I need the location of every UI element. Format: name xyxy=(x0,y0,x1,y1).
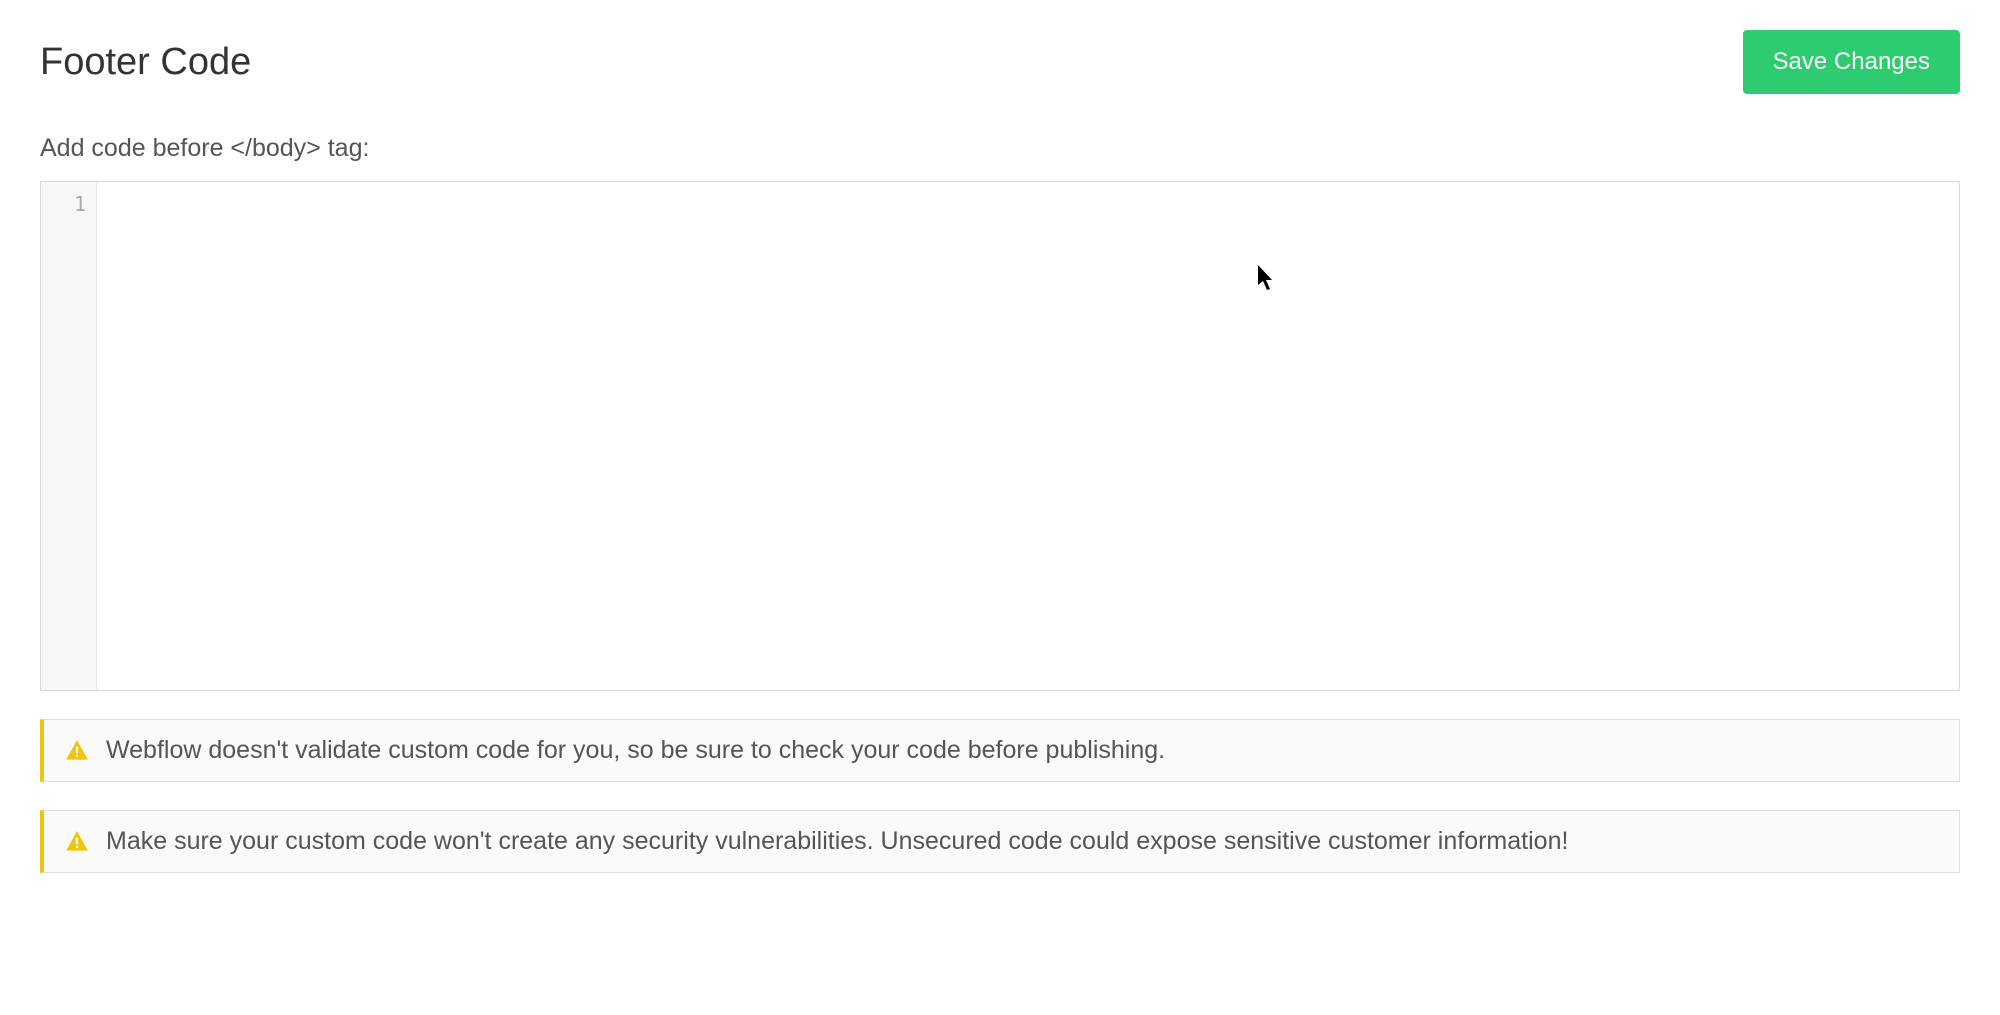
code-editor[interactable]: 1 xyxy=(40,181,1960,691)
alert-text: Make sure your custom code won't create … xyxy=(106,827,1568,856)
warning-alert-security: Make sure your custom code won't create … xyxy=(40,810,1960,873)
code-editor-textarea[interactable] xyxy=(97,182,1959,690)
warning-alert-validation: Webflow doesn't validate custom code for… xyxy=(40,719,1960,782)
header-row: Footer Code Save Changes xyxy=(40,30,1960,94)
code-editor-label: Add code before </body> tag: xyxy=(40,134,1960,163)
warning-icon xyxy=(64,829,90,855)
save-changes-button[interactable]: Save Changes xyxy=(1743,30,1960,94)
page-title: Footer Code xyxy=(40,41,251,84)
code-editor-gutter: 1 xyxy=(41,182,97,690)
alert-text: Webflow doesn't validate custom code for… xyxy=(106,736,1165,765)
warning-icon xyxy=(64,738,90,764)
line-number: 1 xyxy=(41,192,86,216)
